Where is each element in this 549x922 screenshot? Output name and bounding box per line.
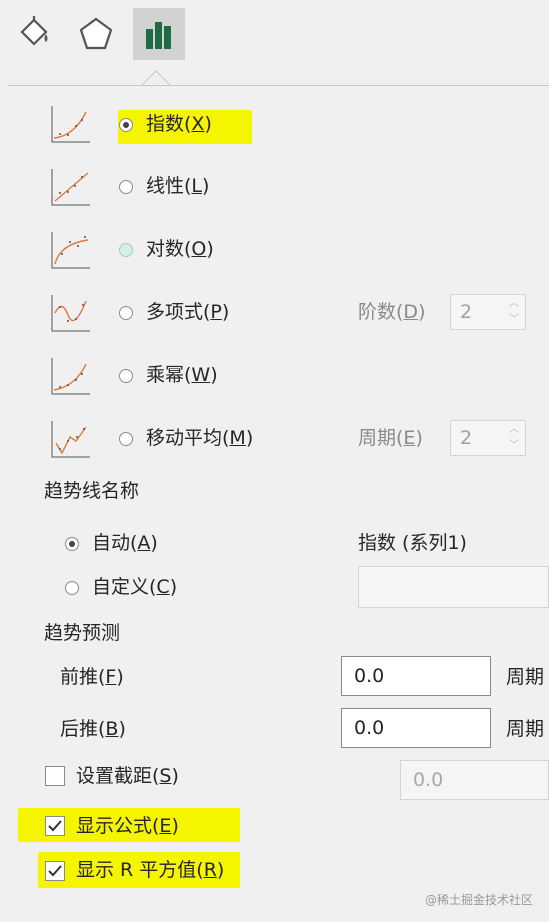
forward-unit: 周期 [506, 666, 545, 688]
power-trend-icon [51, 358, 90, 395]
polynomial-trend-icon [51, 295, 90, 332]
order-label: 阶数(D) [358, 301, 426, 323]
tab-effects[interactable] [70, 8, 122, 60]
pentagon-icon [79, 17, 113, 50]
moving-average-trend-icon [51, 421, 90, 458]
intercept-label[interactable]: 设置截距(S) [76, 765, 179, 787]
show-r-squared-label[interactable]: 显示 R 平方值(R) [76, 859, 224, 881]
tab-fill-line[interactable] [8, 8, 60, 60]
tab-divider [8, 85, 549, 86]
backward-label: 后推(B) [60, 718, 126, 740]
label-moving-average[interactable]: 移动平均(M) [146, 427, 253, 449]
label-linear[interactable]: 线性(L) [146, 175, 209, 197]
custom-name-input[interactable] [358, 566, 549, 608]
checkmark-icon [48, 820, 62, 832]
backward-value: 0.0 [354, 717, 385, 739]
show-equation-label[interactable]: 显示公式(E) [76, 815, 179, 837]
show-equation-checkbox[interactable] [45, 816, 65, 836]
radio-exponential[interactable] [119, 118, 133, 132]
auto-name-value: 指数 (系列1) [358, 532, 467, 554]
paint-bucket-icon [20, 16, 48, 46]
backward-input[interactable]: 0.0 [341, 708, 491, 748]
order-value: 2 [460, 301, 473, 323]
exponential-trend-icon [51, 106, 90, 143]
intercept-value: 0.0 [413, 769, 444, 791]
watermark: @稀土掘金技术社区 [424, 893, 533, 907]
forward-label: 前推(F) [60, 666, 124, 688]
logarithmic-trend-icon [51, 232, 90, 269]
checkmark-icon [48, 865, 62, 877]
trend-name-heading: 趋势线名称 [44, 480, 140, 502]
period-value: 2 [460, 427, 473, 449]
backward-unit: 周期 [506, 718, 545, 740]
radio-auto-name[interactable] [65, 537, 79, 551]
intercept-checkbox[interactable] [45, 766, 65, 786]
label-logarithmic[interactable]: 对数(O) [146, 238, 214, 260]
intercept-input[interactable]: 0.0 [400, 760, 549, 800]
radio-polynomial[interactable] [119, 306, 133, 320]
chevron-up-icon[interactable]: ︿ [509, 299, 519, 309]
order-stepper[interactable]: 2 ︿ ﹀ [450, 294, 526, 330]
radio-custom-name[interactable] [65, 581, 79, 595]
label-auto-name[interactable]: 自动(A) [92, 532, 158, 554]
linear-trend-icon [51, 169, 90, 206]
chevron-down-icon[interactable]: ﹀ [509, 441, 519, 451]
period-stepper[interactable]: 2 ︿ ﹀ [450, 420, 526, 456]
label-custom-name[interactable]: 自定义(C) [92, 576, 177, 598]
label-polynomial[interactable]: 多项式(P) [146, 301, 229, 323]
chevron-down-icon[interactable]: ﹀ [509, 315, 519, 325]
tab-pointer [141, 70, 171, 86]
bar-chart-icon [146, 22, 171, 49]
radio-logarithmic[interactable] [119, 243, 133, 257]
show-r-squared-checkbox[interactable] [45, 861, 65, 881]
forecast-heading: 趋势预测 [44, 622, 121, 644]
chevron-up-icon[interactable]: ︿ [509, 425, 519, 435]
forward-value: 0.0 [354, 665, 385, 687]
radio-power[interactable] [119, 369, 133, 383]
radio-linear[interactable] [119, 180, 133, 194]
tab-options[interactable] [133, 8, 185, 60]
label-power[interactable]: 乘幂(W) [146, 364, 218, 386]
period-label: 周期(E) [358, 427, 423, 449]
radio-moving-average[interactable] [119, 432, 133, 446]
label-exponential[interactable]: 指数(X) [146, 113, 212, 135]
forward-input[interactable]: 0.0 [341, 656, 491, 696]
